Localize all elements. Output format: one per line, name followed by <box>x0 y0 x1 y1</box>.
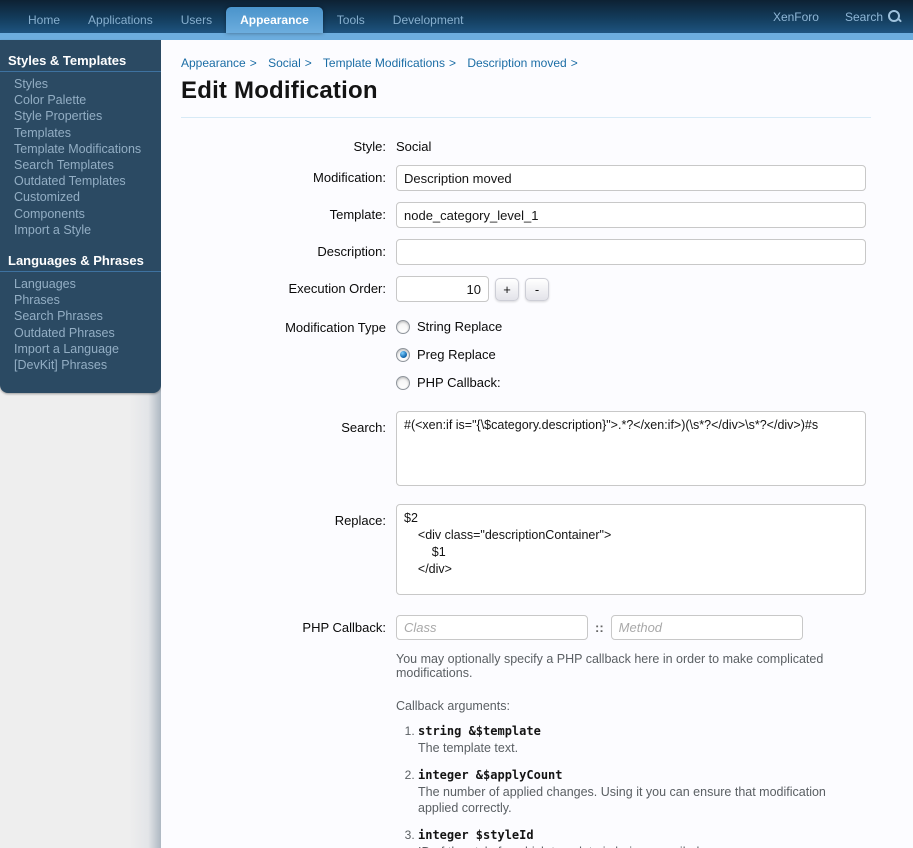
sidebar-item-styles[interactable]: Styles <box>0 76 161 92</box>
left-column: Styles & Templates Styles Color Palette … <box>0 40 161 848</box>
navbar-accent-strip <box>0 33 913 40</box>
argument-code: integer &$applyCount <box>418 768 866 782</box>
radio-icon <box>396 376 410 390</box>
nav-tab-home[interactable]: Home <box>14 7 74 33</box>
breadcrumb-link-appearance[interactable]: Appearance <box>181 56 246 70</box>
main-content: Appearance > Social > Template Modificatio… <box>161 40 913 848</box>
search-button[interactable]: Search <box>845 10 901 24</box>
modification-label: Modification: <box>181 165 396 191</box>
search-label: Search: <box>181 411 396 491</box>
php-callback-label: PHP Callback: <box>181 615 396 848</box>
radio-preg-replace[interactable]: Preg Replace <box>396 347 866 362</box>
execution-order-input[interactable] <box>396 276 489 302</box>
style-label: Style: <box>181 134 396 154</box>
sidebar-group-languages-phrases: Languages & Phrases Languages Phrases Se… <box>0 253 161 373</box>
description-label: Description: <box>181 239 396 265</box>
nav-tab-tools[interactable]: Tools <box>323 7 379 33</box>
execution-order-label: Execution Order: <box>181 276 396 302</box>
description-row: Description: <box>181 239 871 265</box>
nav-tab-applications[interactable]: Applications <box>74 7 167 33</box>
magnifier-icon <box>888 10 901 23</box>
template-label: Template: <box>181 202 396 228</box>
replace-label: Replace: <box>181 504 396 604</box>
radio-label: Preg Replace <box>417 347 496 362</box>
callback-separator: :: <box>595 620 604 635</box>
sidebar-group-title: Languages & Phrases <box>0 253 161 272</box>
search-label: Search <box>845 10 883 24</box>
nav-tab-users[interactable]: Users <box>167 7 226 33</box>
search-textarea[interactable]: #(<xen:if is="{\$category.description}">… <box>396 411 866 486</box>
argument-code: string &$template <box>418 724 866 738</box>
modification-type-row: Modification Type String Replace Preg Re… <box>181 319 871 390</box>
brand-link[interactable]: XenForo <box>773 10 819 24</box>
sidebar-item-devkit-phrases[interactable]: [DevKit] Phrases <box>0 357 161 373</box>
argument-description: The number of applied changes. Using it … <box>418 784 866 816</box>
modification-type-label: Modification Type <box>181 319 396 390</box>
callback-argument-item: string &$template The template text. <box>418 724 866 756</box>
decrement-button[interactable]: - <box>525 278 549 301</box>
callback-argument-item: integer &$applyCount The number of appli… <box>418 768 866 816</box>
replace-textarea[interactable]: $2 <div class="descriptionContainer"> $1… <box>396 504 866 595</box>
breadcrumb-separator: > <box>449 56 456 70</box>
argument-description: The template text. <box>418 740 866 756</box>
sidebar-group-styles-templates: Styles & Templates Styles Color Palette … <box>0 53 161 238</box>
sidebar-item-template-modifications[interactable]: Template Modifications <box>0 141 161 157</box>
radio-label: PHP Callback: <box>417 375 501 390</box>
replace-row: Replace: $2 <div class="descriptionConta… <box>181 504 871 604</box>
nav-tab-appearance[interactable]: Appearance <box>226 7 323 33</box>
modification-input[interactable] <box>396 165 866 191</box>
sidebar-item-color-palette[interactable]: Color Palette <box>0 92 161 108</box>
callback-arguments-title: Callback arguments: <box>396 699 866 713</box>
callback-method-input[interactable] <box>611 615 803 640</box>
style-value: Social <box>396 134 866 154</box>
sidebar-item-import-a-style[interactable]: Import a Style <box>0 222 161 238</box>
execution-order-row: Execution Order: + - <box>181 276 871 302</box>
sidebar-item-customized-components[interactable]: Customized Components <box>0 189 161 221</box>
increment-button[interactable]: + <box>495 278 519 301</box>
sidebar-item-search-templates[interactable]: Search Templates <box>0 157 161 173</box>
sidebar-item-templates[interactable]: Templates <box>0 125 161 141</box>
argument-code: integer $styleId <box>418 828 866 842</box>
style-row: Style: Social <box>181 134 871 154</box>
radio-icon-checked <box>396 348 410 362</box>
page-title: Edit Modification <box>181 77 871 105</box>
radio-icon <box>396 320 410 334</box>
breadcrumb-separator: > <box>250 56 257 70</box>
title-divider <box>181 117 871 118</box>
callback-arguments-list: string &$template The template text. int… <box>396 724 866 848</box>
argument-description: ID of the style for which template is be… <box>418 844 866 848</box>
sidebar-group-title: Styles & Templates <box>0 53 161 72</box>
breadcrumb-link-social[interactable]: Social <box>268 56 301 70</box>
breadcrumb-separator: > <box>305 56 312 70</box>
description-input[interactable] <box>396 239 866 265</box>
navbar-right: XenForo Search <box>773 0 901 33</box>
breadcrumb-link-template-modifications[interactable]: Template Modifications <box>323 56 445 70</box>
sidebar-item-style-properties[interactable]: Style Properties <box>0 108 161 124</box>
callback-class-input[interactable] <box>396 615 588 640</box>
radio-string-replace[interactable]: String Replace <box>396 319 866 334</box>
sidebar-item-outdated-phrases[interactable]: Outdated Phrases <box>0 325 161 341</box>
sidebar-panel: Styles & Templates Styles Color Palette … <box>0 40 161 393</box>
sidebar-item-phrases[interactable]: Phrases <box>0 292 161 308</box>
modification-row: Modification: <box>181 165 871 191</box>
radio-label: String Replace <box>417 319 502 334</box>
nav-tabs: Home Applications Users Appearance Tools… <box>14 0 478 33</box>
breadcrumb-link-description-moved[interactable]: Description moved <box>467 56 566 70</box>
sidebar-item-import-a-language[interactable]: Import a Language <box>0 341 161 357</box>
breadcrumb: Appearance > Social > Template Modificatio… <box>181 56 871 70</box>
template-row: Template: <box>181 202 871 228</box>
callback-hint: You may optionally specify a PHP callbac… <box>396 652 866 680</box>
nav-tab-development[interactable]: Development <box>379 7 478 33</box>
sidebar-item-outdated-templates[interactable]: Outdated Templates <box>0 173 161 189</box>
breadcrumb-separator: > <box>571 56 578 70</box>
sidebar-item-search-phrases[interactable]: Search Phrases <box>0 308 161 324</box>
php-callback-row: PHP Callback: :: You may optionally spec… <box>181 615 871 848</box>
callback-argument-item: integer $styleId ID of the style for whi… <box>418 828 866 848</box>
radio-php-callback[interactable]: PHP Callback: <box>396 375 866 390</box>
top-navbar: Home Applications Users Appearance Tools… <box>0 0 913 33</box>
sidebar-item-languages[interactable]: Languages <box>0 276 161 292</box>
search-row: Search: #(<xen:if is="{\$category.descri… <box>181 411 871 491</box>
template-input[interactable] <box>396 202 866 228</box>
